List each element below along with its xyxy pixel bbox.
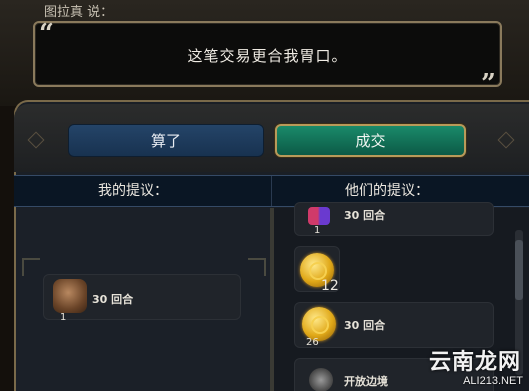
gold-icon (302, 307, 336, 341)
speech-text: 这笔交易更合我胃口。 (187, 47, 348, 65)
their-offer-item[interactable]: 26 30 回合 (294, 302, 494, 348)
corner-ornament-icon (22, 258, 40, 276)
item-label: 30 回合 (344, 319, 386, 332)
horse-icon (53, 279, 87, 313)
speaker-name: 图拉真 说： (44, 5, 114, 20)
item-label: 30 回合 (344, 209, 386, 222)
item-count: 12 (321, 278, 339, 294)
their-offer-title: 他们的提议： (345, 183, 429, 199)
cancel-button-label: 算了 (150, 132, 181, 150)
item-count: 1 (314, 225, 321, 236)
my-offer-item[interactable]: 1 30 回合 (43, 274, 241, 323)
header-divider (271, 176, 272, 206)
accept-deal-button[interactable]: 成交 (275, 124, 466, 157)
their-offer-item[interactable]: 12 (294, 246, 340, 294)
my-offer-pane: 1 30 回合 (16, 208, 272, 391)
item-count: 26 (306, 337, 319, 348)
accept-button-label: 成交 (355, 132, 386, 150)
cancel-button[interactable]: 算了 (68, 124, 264, 157)
item-label: 开放边境 (344, 375, 388, 388)
watermark: 云南龙网 ALI213.NET (402, 344, 529, 391)
item-label: 30 回合 (92, 293, 134, 306)
watermark-logo: 云南龙网 (428, 350, 521, 375)
potion-icon (308, 207, 330, 225)
watermark-url: ALI213.NET (463, 375, 523, 387)
scrollbar-thumb[interactable] (515, 240, 523, 300)
city-icon (309, 368, 333, 391)
corner-ornament-icon (248, 258, 266, 276)
item-count: 1 (60, 312, 67, 323)
close-quote-icon: ” (481, 69, 496, 99)
my-offer-title: 我的提议： (98, 183, 168, 199)
their-offer-item[interactable]: 1 30 回合 (294, 202, 494, 236)
speech-bubble: “ 这笔交易更合我胃口。 ” (33, 19, 502, 99)
